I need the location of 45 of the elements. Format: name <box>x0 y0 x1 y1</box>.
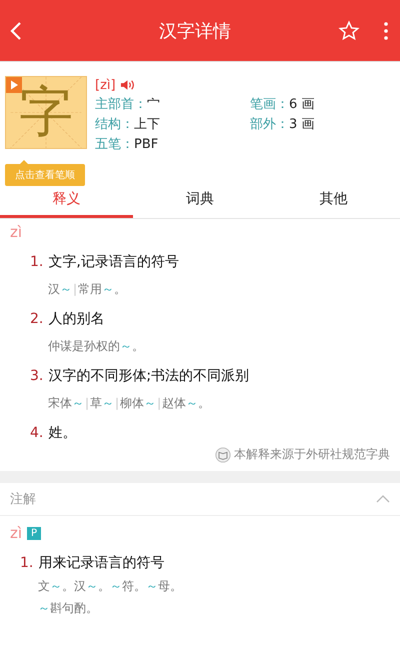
field-label: 笔画： <box>250 96 289 113</box>
example-text: 宋体～|草～|柳体～|赵体～。 <box>48 395 212 412</box>
example-text: 仲谋是孙权的～。 <box>48 338 145 355</box>
book-icon <box>215 446 231 462</box>
field-value: 6 画 <box>289 96 314 113</box>
field-label: 五笔： <box>95 136 134 153</box>
example-text: 汉～|常用～。 <box>48 281 128 298</box>
definition-text: 姓。 <box>48 424 76 442</box>
field-label: 结构： <box>95 116 134 133</box>
definition-text: 文字,记录语言的符号 <box>48 253 179 271</box>
callout-pointer <box>19 160 29 164</box>
speaker-icon[interactable] <box>120 79 135 91</box>
example-text: ～斟句酌。 <box>38 600 99 616</box>
section-title: 注解 <box>10 491 36 508</box>
definition-number: 2. <box>30 311 44 327</box>
example-text: 文～。汉～。～符。～母。 <box>38 578 183 594</box>
definition-text: 用来记录语言的符号 <box>38 554 164 572</box>
field-label: 部外： <box>250 116 289 133</box>
character-glyph: 字 <box>19 85 73 140</box>
tab[interactable]: 释义 <box>0 186 134 218</box>
star-icon[interactable] <box>338 20 360 42</box>
pinyin-heading: zì <box>10 223 24 241</box>
field-label: 主部首： <box>95 96 147 113</box>
definition-text: 汉字的不同形体;书法的不同派别 <box>48 367 250 385</box>
field-value: 上下 <box>134 116 160 133</box>
pinyin-heading: zì <box>10 524 22 542</box>
more-icon[interactable] <box>384 20 388 40</box>
definition-number: 3. <box>30 368 44 384</box>
field-value: 宀 <box>147 96 160 113</box>
tab[interactable]: 词典 <box>133 186 267 218</box>
definition-number: 4. <box>30 425 44 441</box>
definition-number: 1. <box>30 254 44 270</box>
source-note: 本解释来源于外研社规范字典 <box>234 446 390 463</box>
tab[interactable]: 其他 <box>266 186 400 218</box>
field-value: 3 画 <box>289 116 314 133</box>
pinyin-badge: P <box>27 526 42 540</box>
definition-number: 1. <box>20 555 34 571</box>
play-icon[interactable] <box>6 77 22 93</box>
back-icon[interactable] <box>10 20 22 40</box>
field-value: PBF <box>134 136 158 153</box>
definition-text: 人的别名 <box>48 310 104 328</box>
annotation-header[interactable]: 注解 <box>0 483 400 516</box>
page-title: 汉字详情 <box>158 20 232 42</box>
chevron-icon <box>376 495 390 503</box>
pinyin-text: [zì] <box>95 78 116 92</box>
